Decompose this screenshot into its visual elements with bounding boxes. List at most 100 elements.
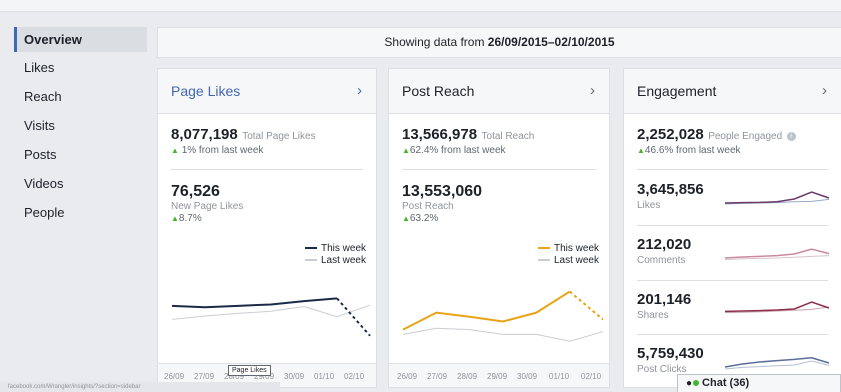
x-tick: 01/10 [314,372,335,381]
post-reach-change: 63.2% [409,213,439,224]
total-reach-change: 62.4% from last week [409,145,506,156]
sidebar-nav: Overview Likes Reach Visits Posts Videos… [14,27,147,230]
chart-tooltip: Page Likes [228,365,271,376]
post-clicks-value: 5,759,430 [637,345,704,362]
sidebar-item-people[interactable]: People [14,201,147,230]
x-tick: 28/09 [457,372,478,381]
x-tick: 29/09 [487,372,508,381]
online-dot-icon [693,379,700,386]
sidebar-item-videos[interactable]: Videos [14,172,147,201]
browser-status-bar: facebook.com/Wrangler/insights/?section=… [0,382,280,392]
date-range-prefix: Showing data from [384,35,488,49]
chat-label: Chat (36) [702,377,750,389]
likes-value: 3,645,856 [637,181,704,198]
post-reach-x-axis: 26/09 27/09 28/09 29/09 30/09 01/10 02/1… [389,363,609,387]
people-engaged-label: People Engaged [708,131,783,142]
total-page-likes-label: Total Page Likes [242,131,316,142]
info-icon[interactable]: i [786,132,796,141]
shares-sparkline [724,301,830,314]
post-reach-legend: This week Last week [537,243,599,267]
up-arrow-icon: ▲ [402,214,410,223]
total-reach-value: 13,566,978 [402,126,478,143]
new-page-likes-label: New Page Likes [171,201,244,212]
sidebar-item-likes[interactable]: Likes [14,56,147,85]
people-engaged-value: 2,252,028 [637,126,704,143]
divider [637,280,828,281]
up-arrow-icon: ▲ [402,146,410,155]
page-likes-header[interactable]: Page Likes › [158,69,376,114]
post-reach-stat: 13,553,060 Post Reach ▲63.2% [402,183,482,224]
chat-button[interactable]: ● Chat (36) [677,374,841,392]
x-tick: 26/09 [164,372,185,381]
x-tick: 01/10 [549,372,570,381]
legend-this-week: This week [553,243,599,254]
total-page-likes-stat: 8,077,198 Total Page Likes ▲ 1% from las… [171,126,316,156]
people-engaged-stat: 2,252,028 People Engaged i ▲46.6% from l… [637,126,796,156]
x-tick: 02/10 [344,372,365,381]
shares-row[interactable]: 201,146 Shares [637,291,831,343]
this-week-partial-segment [569,290,604,321]
new-page-likes-change: 8.7% [178,213,202,224]
this-week-series-line [402,290,571,331]
date-range-value: 26/09/2015–02/10/2015 [487,35,615,49]
this-week-partial-segment [336,297,371,337]
legend-last-week: Last week [553,255,599,266]
last-week-series-line [402,327,604,342]
sidebar-item-reach[interactable]: Reach [14,85,147,114]
x-tick: 27/09 [194,372,215,381]
legend-swatch-last-week [537,259,550,262]
comments-sparkline [724,248,830,261]
sidebar-item-overview[interactable]: Overview [14,27,147,52]
chevron-right-icon[interactable]: › [590,82,595,99]
page-likes-chart[interactable] [166,274,376,354]
person-icon: ● [686,378,693,389]
post-reach-chart[interactable] [397,274,609,354]
total-reach-label: Total Reach [481,131,535,142]
new-page-likes-value: 76,526 [171,183,220,200]
divider [171,169,363,170]
total-page-likes-value: 8,077,198 [171,126,238,143]
up-arrow-icon: ▲ [171,146,179,155]
up-arrow-icon: ▲ [637,146,645,155]
post-reach-title[interactable]: Post Reach [402,83,474,99]
engagement-title[interactable]: Engagement [637,83,716,99]
post-reach-header[interactable]: Post Reach › [389,69,609,114]
page-likes-legend: This week Last week [304,243,366,267]
total-reach-stat: 13,566,978 Total Reach ▲62.4% from last … [402,126,534,156]
legend-swatch-this-week [304,247,317,250]
people-engaged-change: 46.6% from last week [644,145,741,156]
sidebar-item-posts[interactable]: Posts [14,143,147,172]
chevron-right-icon[interactable]: › [357,82,362,99]
page-likes-card: Page Likes › 8,077,198 Total Page Likes … [157,68,377,388]
x-tick: 26/09 [397,372,418,381]
date-range-banner: Showing data from 26/09/2015–02/10/2015 [157,27,841,58]
up-arrow-icon: ▲ [171,214,179,223]
divider [637,225,828,226]
comments-value: 212,020 [637,236,692,253]
page-likes-title[interactable]: Page Likes [171,83,240,99]
post-reach-label: Post Reach [402,201,454,212]
legend-this-week: This week [320,243,366,254]
sidebar-item-visits[interactable]: Visits [14,114,147,143]
this-week-series-line [724,301,830,313]
shares-value: 201,146 [637,291,692,308]
likes-sparkline [724,191,830,205]
x-tick: 30/09 [517,372,538,381]
legend-swatch-last-week [304,259,317,262]
post-clicks-sparkline [724,357,830,370]
legend-swatch-this-week [537,247,550,250]
chevron-right-icon[interactable]: › [822,82,827,99]
divider [637,334,828,335]
top-bar [0,0,841,12]
this-week-series-line [171,297,338,309]
x-tick: 02/10 [581,372,602,381]
post-reach-card: Post Reach › 13,566,978 Total Reach ▲62.… [388,68,610,388]
divider [637,169,828,170]
engagement-card: Engagement › 2,252,028 People Engaged i … [623,68,841,388]
total-page-likes-change: 1% from last week [181,145,264,156]
x-tick: 30/09 [284,372,305,381]
new-page-likes-stat: 76,526 New Page Likes ▲8.7% [171,183,243,224]
engagement-header[interactable]: Engagement › [624,69,841,114]
divider [402,169,596,170]
post-reach-value: 13,553,060 [402,183,483,200]
